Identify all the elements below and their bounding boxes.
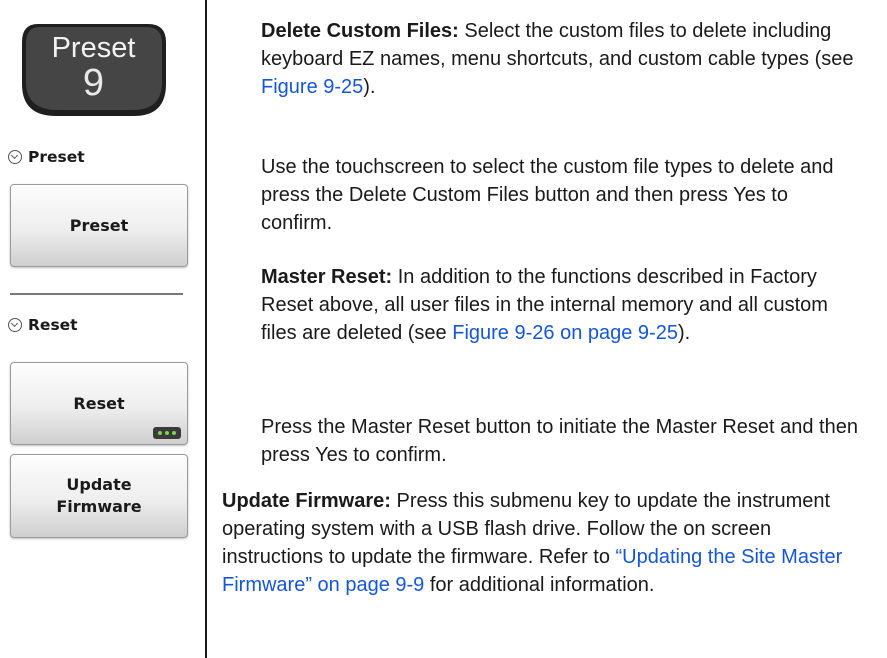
hardkey-label: Preset	[51, 32, 136, 64]
column-divider	[205, 0, 207, 658]
figure-9-25-link[interactable]: Figure 9-25	[261, 76, 363, 98]
preset-hardkey[interactable]: Preset 9	[16, 18, 171, 122]
more-options-icon	[153, 427, 181, 439]
preset-button[interactable]: Preset	[10, 184, 188, 267]
delete-custom-files-paragraph: Delete Custom Files: Select the custom f…	[261, 20, 854, 98]
update-firmware-term: Update Firmware:	[222, 490, 391, 512]
preset-button-label: Preset	[69, 215, 129, 235]
figure-9-26-link[interactable]: Figure 9-26 on page 9-25	[452, 322, 678, 344]
master-reset-term: Master Reset:	[261, 266, 393, 288]
preset-section-header[interactable]: Preset	[8, 148, 85, 166]
chevron-down-icon	[8, 318, 22, 332]
menu-divider	[10, 293, 183, 295]
reset-button-label: Reset	[73, 393, 125, 413]
reset-section-label: Reset	[28, 316, 78, 334]
update-firmware-button-label: Update Firmware	[56, 475, 142, 516]
hardkey-number: 9	[82, 62, 105, 104]
submenu-panel: Preset 9 Preset Preset Reset Reset Updat…	[0, 0, 205, 658]
reset-button[interactable]: Reset	[10, 362, 188, 445]
delete-custom-files-instructions: Use the touchscreen to select the custom…	[261, 156, 834, 234]
master-reset-paragraph: Master Reset: In addition to the functio…	[261, 266, 828, 344]
reset-section-header[interactable]: Reset	[8, 316, 78, 334]
chevron-down-icon	[8, 150, 22, 164]
preset-section-label: Preset	[28, 148, 85, 166]
update-firmware-paragraph: Update Firmware: Press this submenu key …	[222, 490, 843, 596]
update-firmware-button[interactable]: Update Firmware	[10, 454, 188, 538]
delete-custom-files-term: Delete Custom Files:	[261, 20, 459, 42]
master-reset-instructions: Press the Master Reset button to initiat…	[261, 416, 858, 466]
